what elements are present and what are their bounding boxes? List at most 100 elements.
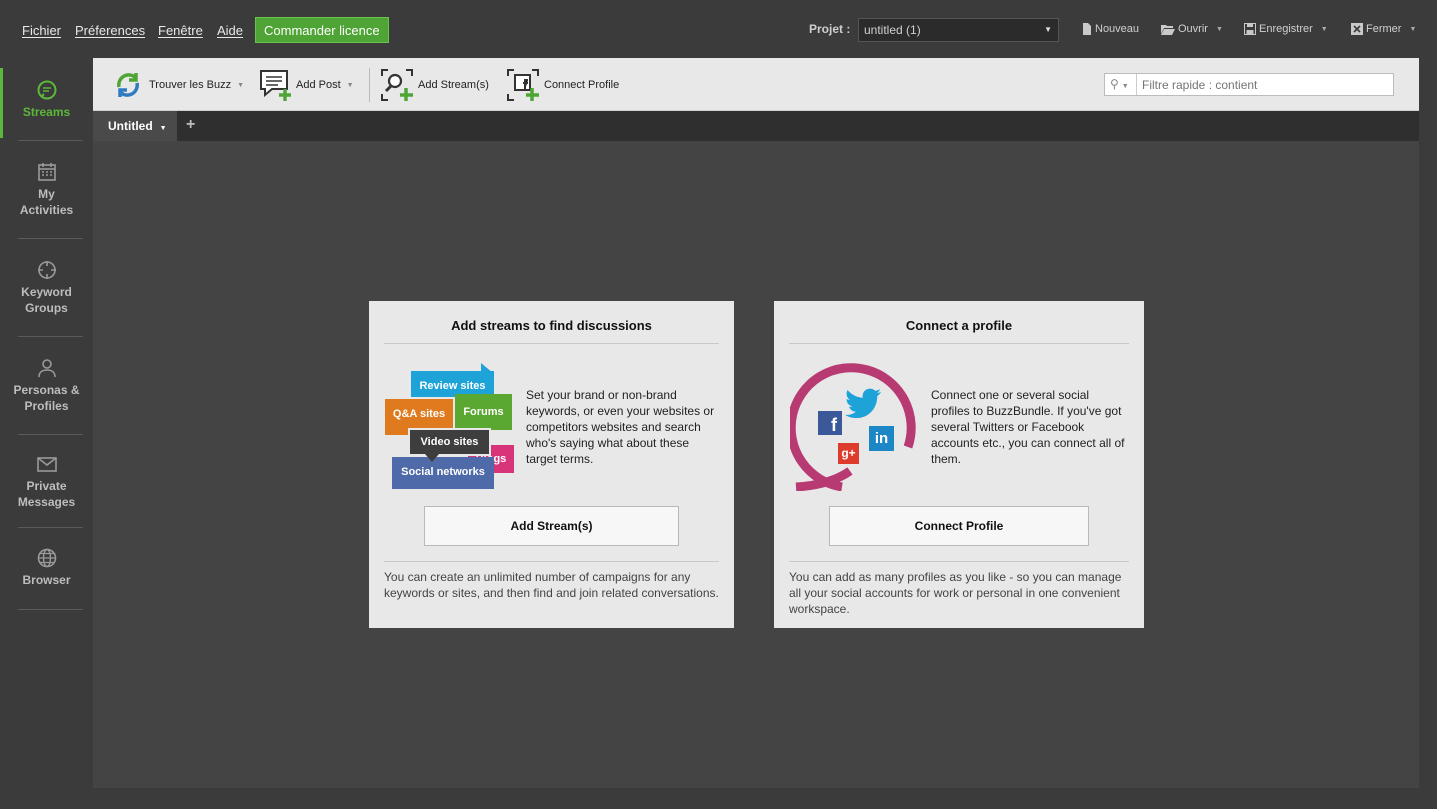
order-license-button[interactable]: Commander licence [255, 17, 389, 43]
chevron-down-icon: ▼ [159, 125, 167, 132]
sidebar-item-personas[interactable]: Personas & Profiles [0, 358, 93, 414]
bubble-tail [481, 363, 493, 373]
tab-bar: Untitled ▼ + [93, 111, 1419, 141]
divider [384, 561, 719, 562]
profile-ring-graphic [786, 363, 916, 492]
close-label: Fermer [1366, 23, 1402, 35]
target-icon [37, 261, 56, 279]
sidebar-item-browser[interactable]: Browser [0, 548, 93, 588]
open-label: Ouvrir [1178, 23, 1208, 35]
connect-profile-button[interactable]: Connect Profile [506, 68, 619, 102]
envelope-icon [36, 457, 57, 472]
social-networks-bubble: Social networks [392, 457, 494, 489]
menu-aide[interactable]: Aide [217, 23, 243, 38]
sidebar-item-label: Streams [22, 105, 71, 119]
add-tab-button[interactable]: + [186, 117, 195, 133]
sidebar: Streams My Activities Keyword Groups Per… [0, 58, 93, 809]
divider [789, 343, 1129, 344]
new-label: Nouveau [1095, 23, 1140, 35]
save-icon [1244, 23, 1256, 35]
sidebar-item-streams[interactable]: Streams [0, 68, 93, 138]
project-select-value: untitled (1) [864, 23, 921, 37]
card-title: Add streams to find discussions [451, 318, 652, 333]
add-streams-button[interactable]: Add Stream(s) [424, 506, 679, 546]
add-post-label: Add Post [296, 79, 341, 91]
project-label: Projet : [809, 22, 851, 36]
chevron-down-icon: ▼ [237, 81, 245, 89]
sidebar-item-my-activities[interactable]: My Activities [0, 162, 93, 218]
divider [789, 561, 1129, 562]
card-footer: You can add as many profiles as you like… [789, 570, 1122, 616]
close-icon [1351, 23, 1363, 35]
chevron-down-icon: ▼ [1215, 25, 1223, 33]
refresh-icon [117, 73, 139, 97]
open-folder-icon [1161, 24, 1175, 35]
sidebar-divider [18, 140, 83, 141]
person-icon [37, 359, 56, 378]
bubble-tail [425, 454, 439, 462]
toolbar: Trouver les Buzz ▼ Add Post ▼ Add Stream… [93, 58, 1419, 111]
find-buzz-label: Trouver les Buzz [149, 79, 232, 91]
sidebar-item-label: Keyword Groups [21, 285, 72, 315]
connect-profile-icon [507, 69, 539, 101]
google-plus-icon: g+ [838, 443, 859, 464]
add-stream-button[interactable]: Add Stream(s) [380, 68, 489, 102]
close-button[interactable]: Fermer ▼ [1351, 23, 1416, 35]
sidebar-item-label: My Activities [19, 187, 74, 217]
tab-untitled[interactable]: Untitled ▼ [93, 111, 177, 141]
chevron-down-icon: ▼ [1409, 25, 1417, 33]
sidebar-item-label: Private Messages [17, 479, 76, 509]
connect-profile-card: Connect a profile f in g+ Connect one or… [774, 301, 1144, 628]
sidebar-item-label: Personas & Profiles [13, 383, 80, 413]
facebook-icon: f [818, 411, 842, 435]
card-footer: You can create an unlimited number of ca… [384, 570, 719, 600]
search-icon[interactable]: ⚲ ▼ [1105, 74, 1137, 95]
sidebar-item-private-messages[interactable]: Private Messages [0, 454, 93, 510]
new-file-icon [1083, 23, 1091, 35]
add-stream-icon [381, 69, 413, 101]
save-label: Enregistrer [1259, 23, 1313, 35]
sidebar-divider [18, 336, 83, 337]
chevron-down-icon: ▼ [1044, 25, 1052, 34]
linkedin-icon: in [869, 426, 894, 451]
menu-bar: Fichier Préferences Fenêtre Aide Command… [0, 0, 1437, 58]
sidebar-item-label: Browser [22, 573, 71, 587]
new-button[interactable]: Nouveau [1082, 23, 1139, 35]
streams-icon [37, 80, 56, 100]
project-select[interactable]: untitled (1) ▼ [858, 18, 1059, 42]
sidebar-divider [18, 609, 83, 610]
add-post-icon [260, 70, 291, 101]
add-post-button[interactable]: Add Post ▼ [258, 68, 354, 102]
sidebar-divider [18, 527, 83, 528]
quick-filter: ⚲ ▼ [1104, 73, 1394, 96]
sidebar-divider [18, 434, 83, 435]
social-profiles-illustration: f in g+ [786, 361, 920, 492]
save-button[interactable]: Enregistrer ▼ [1244, 23, 1328, 35]
divider [384, 343, 719, 344]
connect-profile-label: Connect Profile [544, 79, 620, 91]
chevron-down-icon: ▼ [346, 81, 354, 89]
open-button[interactable]: Ouvrir ▼ [1161, 23, 1223, 35]
add-stream-label: Add Stream(s) [418, 79, 489, 91]
find-buzz-button[interactable]: Trouver les Buzz ▼ [111, 68, 244, 102]
card-title: Connect a profile [905, 318, 1013, 333]
quick-filter-input[interactable] [1138, 74, 1392, 95]
card-description: Set your brand or non-brand keywords, or… [526, 388, 715, 466]
sidebar-item-keyword-groups[interactable]: Keyword Groups [0, 260, 93, 316]
toolbar-divider [369, 68, 370, 102]
tab-label: Untitled [108, 119, 153, 133]
menu-fenetre[interactable]: Fenêtre [158, 23, 203, 38]
stream-sources-illustration: Review sites Q&A sites Forums Blogs Soci… [385, 361, 515, 491]
menu-preferences[interactable]: Préferences [75, 23, 145, 38]
add-streams-card: Add streams to find discussions Review s… [369, 301, 734, 628]
sidebar-divider [18, 238, 83, 239]
globe-icon [37, 548, 56, 568]
card-description: Connect one or several social profiles t… [931, 388, 1125, 466]
calendar-icon [37, 163, 56, 181]
twitter-icon [845, 388, 881, 418]
connect-profile-card-button[interactable]: Connect Profile [829, 506, 1089, 546]
video-sites-bubble: Video sites [408, 428, 491, 456]
menu-fichier[interactable]: Fichier [22, 23, 61, 38]
forums-bubble: Forums [455, 394, 512, 430]
workspace [93, 141, 1419, 788]
